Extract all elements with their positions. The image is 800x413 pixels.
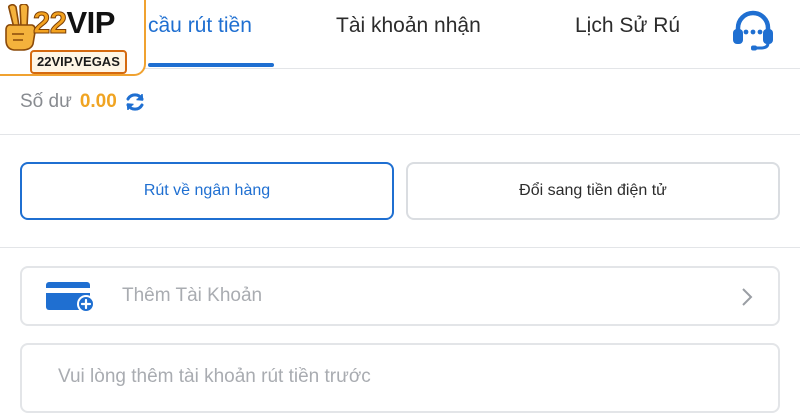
tab-withdraw-history[interactable]: Lịch Sử Rú [575, 14, 680, 44]
logo-wordmark: 22VIP [32, 3, 115, 43]
brand-logo: 22VIP 22VIP.VEGAS [0, 0, 146, 76]
tab-withdraw-request[interactable]: cầu rút tiền [148, 14, 252, 44]
logo-suffix: VIP [66, 5, 115, 40]
hint-text: Vui lòng thêm tài khoản rút tiền trước [58, 366, 371, 387]
balance-value: 0.00 [79, 91, 117, 112]
withdraw-account-hint: Vui lòng thêm tài khoản rút tiền trước [20, 343, 780, 413]
balance-label: Số dư [20, 91, 72, 112]
balance-row: Số dư 0.00 [20, 88, 147, 116]
active-tab-indicator [148, 63, 274, 67]
add-account-button[interactable]: Thêm Tài Khoản [20, 266, 780, 326]
divider [0, 134, 800, 135]
method-crypto-button[interactable]: Đổi sang tiền điện tử [406, 162, 780, 220]
chevron-right-icon [742, 288, 753, 306]
headset-icon [733, 10, 773, 51]
card-add-icon [46, 282, 95, 313]
logo-number: 22 [32, 5, 67, 41]
tab-receiving-account[interactable]: Tài khoản nhận [336, 14, 481, 44]
refresh-icon[interactable] [123, 90, 147, 114]
add-account-label: Thêm Tài Khoản [122, 285, 263, 306]
method-bank-button[interactable]: Rút về ngân hàng [20, 162, 394, 220]
logo-domain: 22VIP.VEGAS [30, 50, 127, 74]
support-button[interactable] [727, 7, 779, 53]
divider [0, 247, 800, 248]
